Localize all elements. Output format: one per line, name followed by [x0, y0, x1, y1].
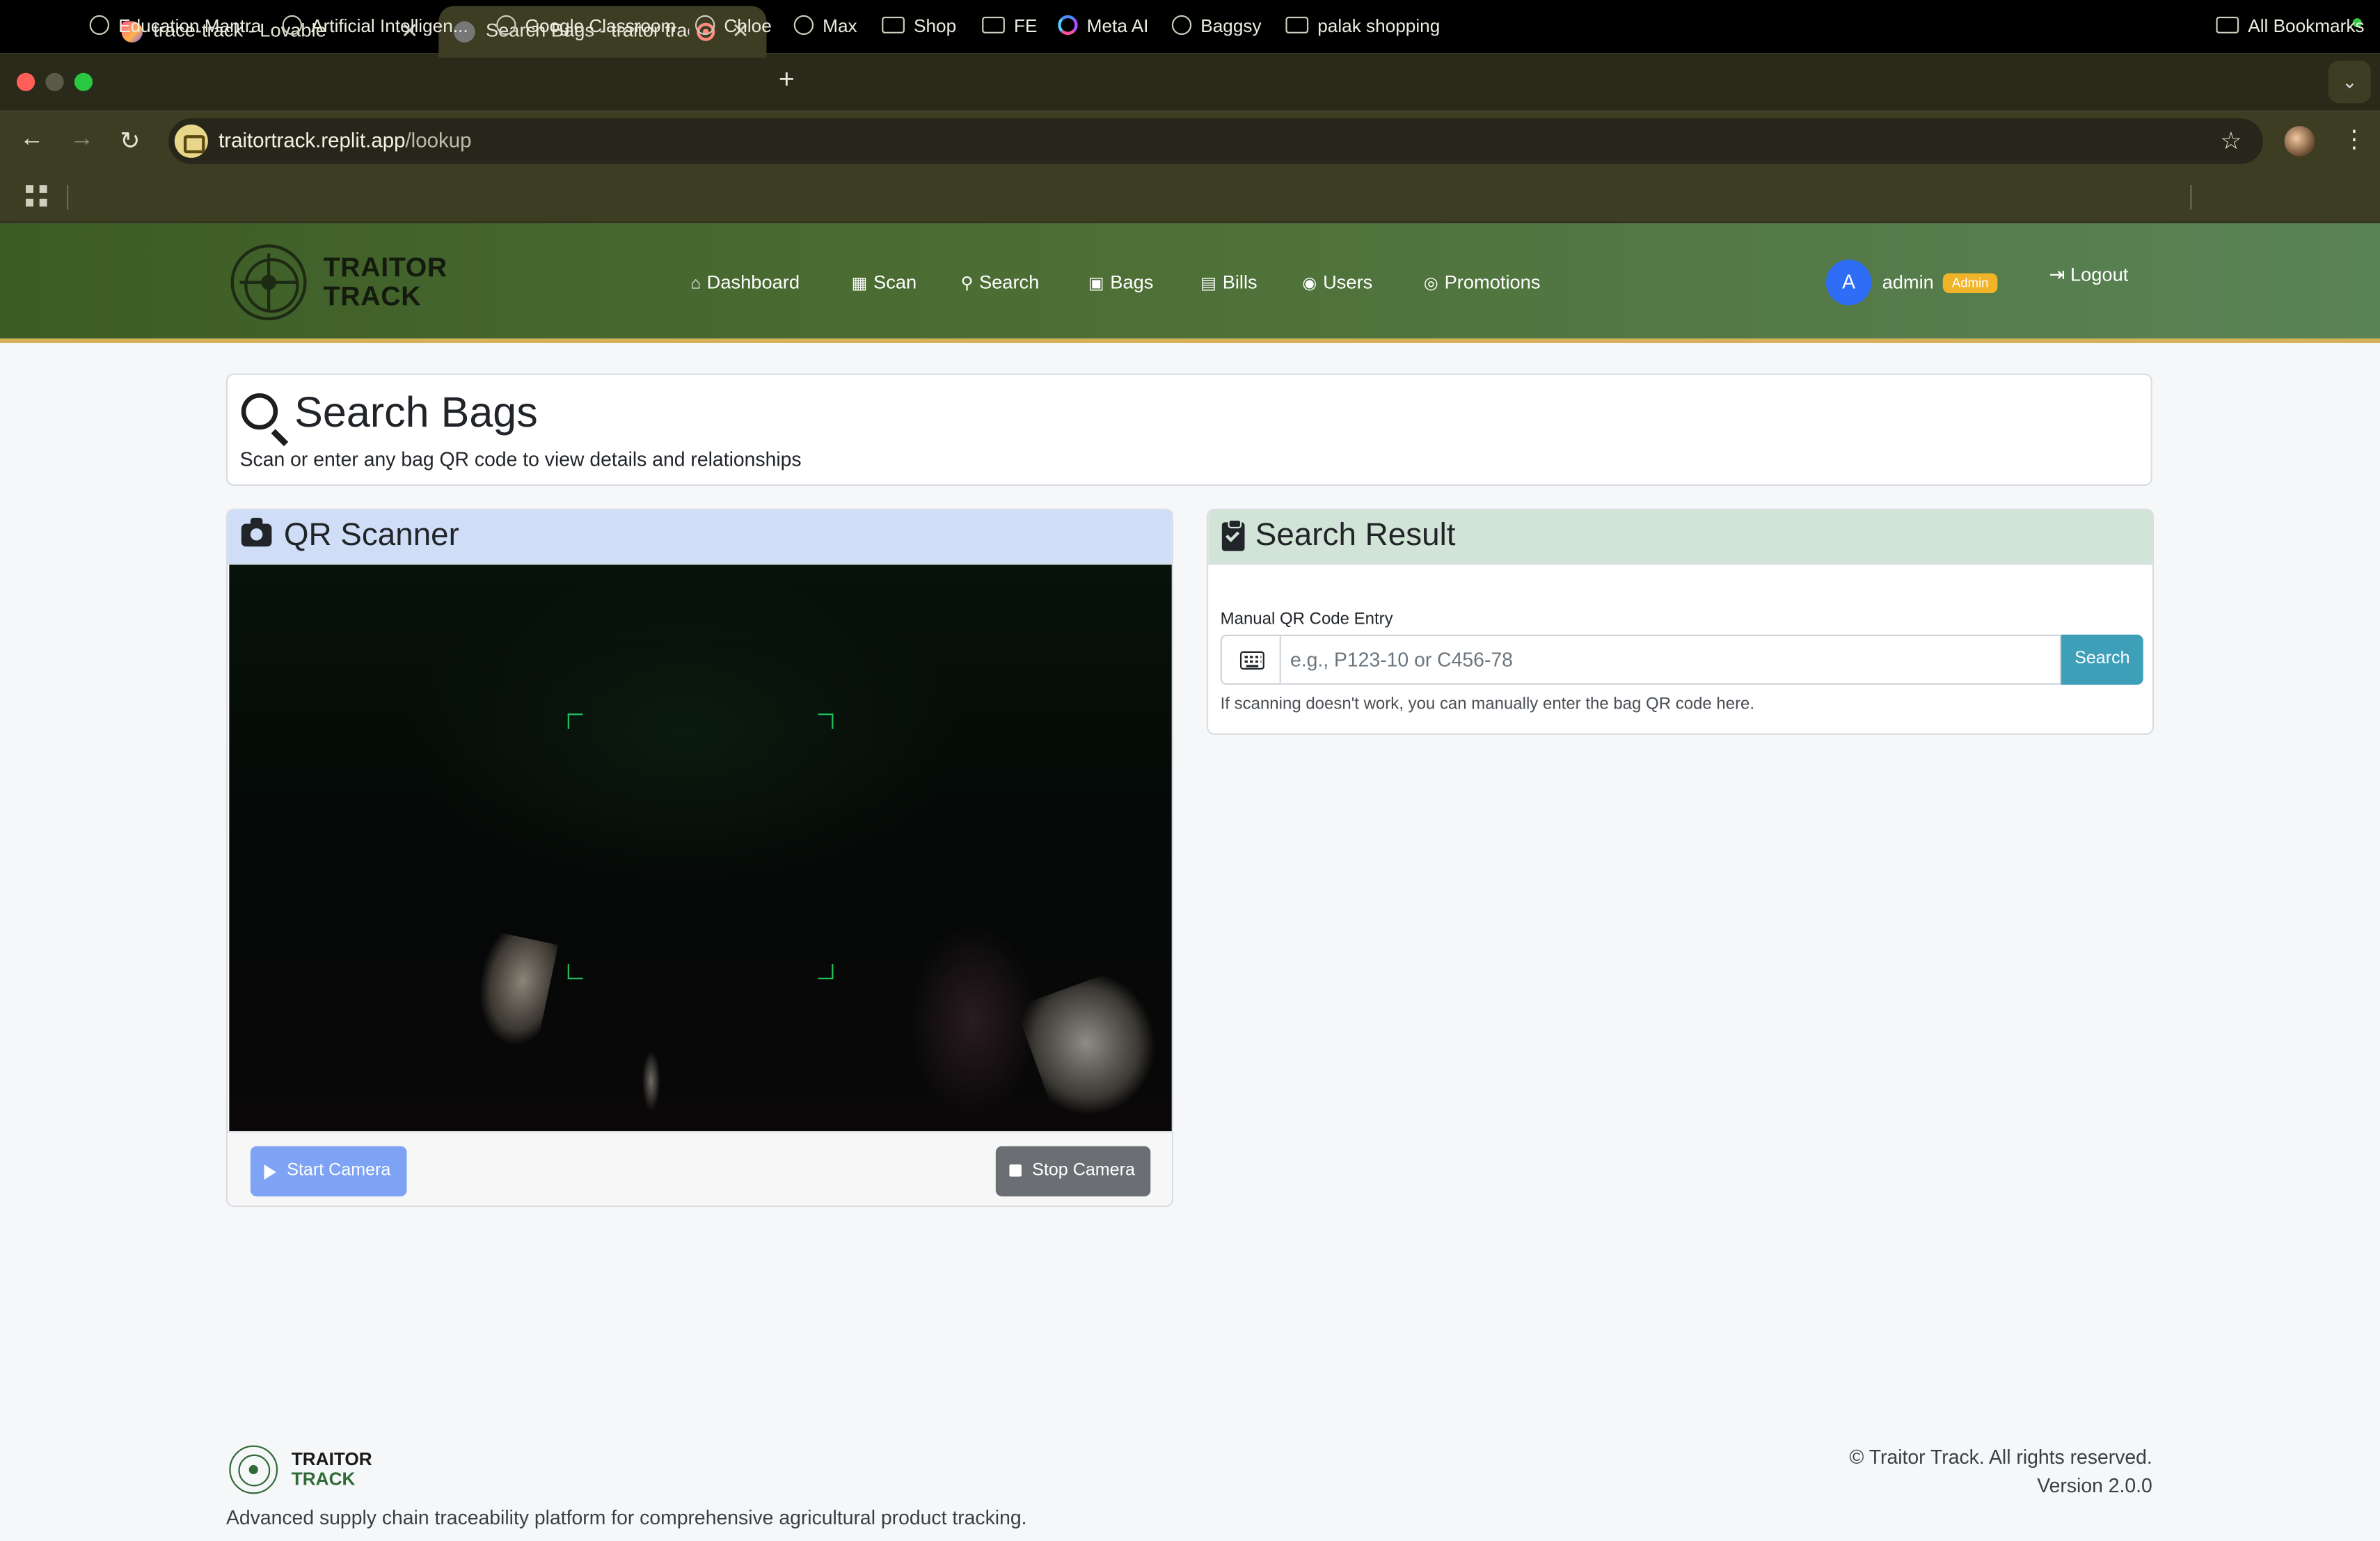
url-text[interactable]: traitortrack.replit.app/lookup [219, 129, 471, 152]
page-subtitle: Scan or enter any bag QR code to view de… [239, 448, 802, 471]
forward-arrow-icon[interactable]: → [70, 126, 94, 153]
screen: trace-track - Lovable ✕ Search Bags - tr… [0, 0, 2380, 1541]
footer-version: Version 2.0.0 [2037, 1474, 2152, 1497]
nav-dashboard[interactable]: ⌂ Dashboard [690, 271, 800, 293]
search-result-card: Search Result Manual QR Code Entry Searc… [1206, 508, 2155, 735]
qr-code-input[interactable] [1280, 634, 2061, 685]
keyboard-icon [1239, 651, 1264, 670]
card-title: Search Result [1255, 517, 1456, 553]
file-icon: ▤ [1200, 274, 1216, 293]
bookmark-folder[interactable]: palak shopping [1285, 15, 1440, 36]
browser-tab-strip [0, 53, 2380, 111]
app-navbar: TRAITOR TRACK ⌂ Dashboard ▦ Scan ⚲ Search ▣… [0, 223, 2380, 343]
keyboard-addon [1220, 634, 1281, 685]
browser-toolbar: ← → ↻ traitortrack.replit.app/lookup ☆ ⋮ [0, 111, 2380, 172]
nav-scan[interactable]: ▦ Scan [852, 271, 917, 293]
bookmark-item[interactable]: Google Classroom [496, 15, 676, 36]
browser-menu-icon[interactable]: ⋮ [2342, 125, 2366, 155]
globe-icon [793, 15, 814, 35]
home-icon: ⌂ [690, 274, 701, 293]
globe-icon [496, 15, 516, 35]
footer-tagline: Advanced supply chain traceability platf… [225, 1506, 1027, 1529]
bookmark-folder[interactable]: FE [982, 15, 1037, 36]
camera-icon [241, 517, 272, 547]
nav-users[interactable]: ◉ Users [1302, 271, 1372, 293]
back-arrow-icon[interactable]: ← [19, 126, 44, 153]
scan-frame-corner [818, 964, 834, 979]
page-header-card: Search Bags Scan or enter any bag QR cod… [225, 373, 2152, 487]
footer-logo-icon [229, 1445, 278, 1494]
scan-frame-corner [818, 713, 834, 729]
scan-frame-corner [567, 713, 583, 729]
openai-icon [1171, 15, 1192, 35]
search-icon: ⚲ [960, 274, 974, 293]
bookmark-item[interactable]: Baggsy [1171, 15, 1262, 36]
nav-bills[interactable]: ▤ Bills [1200, 271, 1257, 293]
globe-icon [282, 15, 303, 35]
bookmark-star-icon[interactable]: ☆ [2220, 126, 2242, 157]
folder-icon [2216, 16, 2239, 33]
bookmark-item[interactable]: Education Mantra [89, 15, 261, 36]
start-camera-button[interactable]: Start Camera [250, 1146, 407, 1196]
stop-camera-button[interactable]: Stop Camera [995, 1146, 1151, 1196]
nav-search[interactable]: ⚲ Search [961, 271, 1040, 293]
bookmark-item[interactable]: Chloe [695, 15, 772, 36]
search-icon [241, 393, 278, 430]
apps-grid-icon[interactable] [26, 185, 47, 207]
footer-copyright: © Traitor Track. All rights reserved. [1849, 1445, 2152, 1469]
nav-promotions[interactable]: ◎ Promotions [1424, 271, 1541, 293]
card-header: Search Result [1208, 509, 2152, 565]
window-zoom-button[interactable] [74, 72, 93, 91]
logout-link[interactable]: ⇥ Logout [2049, 262, 2129, 286]
footer-brand-line1: TRAITOR [291, 1448, 372, 1470]
brand-name[interactable]: TRAITOR TRACK [324, 253, 447, 311]
camera-video-feed[interactable] [229, 564, 1172, 1132]
card-title: QR Scanner [283, 517, 459, 553]
folder-icon [982, 16, 1005, 33]
qrcode-icon: ▦ [851, 274, 868, 293]
logout-icon: ⇥ [2049, 264, 2070, 286]
role-badge: Admin [1942, 273, 1998, 293]
bookmark-item[interactable]: Meta AI [1058, 15, 1148, 36]
reload-icon[interactable]: ↻ [120, 126, 140, 157]
folder-icon [882, 16, 905, 33]
username[interactable]: admin [1882, 271, 1934, 293]
bookmark-item[interactable]: Max [793, 15, 857, 36]
qr-entry-label: Manual QR Code Entry [1220, 610, 1393, 629]
profile-avatar[interactable] [2284, 126, 2315, 157]
site-info-icon[interactable] [174, 124, 208, 158]
scan-frame-corner [567, 964, 583, 979]
user-avatar[interactable]: A [1825, 259, 1872, 306]
tab-search-chevron-icon[interactable]: ⌄ [2328, 61, 2371, 104]
boxes-icon: ▣ [1088, 274, 1104, 293]
new-tab-button[interactable]: + [779, 64, 795, 96]
folder-icon [1285, 16, 1309, 33]
qr-input-group: Search [1220, 634, 2143, 685]
card-header: QR Scanner [228, 509, 1172, 565]
nav-bags[interactable]: ▣ Bags [1088, 271, 1154, 293]
bookmarks-separator [2190, 185, 2192, 210]
bookmarks-bar [0, 171, 2380, 223]
search-button[interactable]: Search [2061, 634, 2143, 685]
window-minimize-button[interactable] [45, 72, 64, 91]
bookmarks-separator [66, 185, 69, 210]
card-footer: Start Camera Stop Camera [228, 1131, 1172, 1206]
qr-scanner-card: QR Scanner Start Camera Stop Camera [225, 508, 1174, 1208]
globe-icon [695, 15, 715, 35]
bookmark-item[interactable]: Artificial Intelligen... [282, 15, 468, 36]
users-icon: ◉ [1302, 274, 1317, 293]
footer-brand-line2: TRACK [291, 1468, 356, 1489]
help-text: If scanning doesn't work, you can manual… [1220, 695, 1755, 714]
globe-icon [89, 15, 110, 35]
address-bar[interactable]: traitortrack.replit.app/lookup ☆ [168, 118, 2264, 164]
page-title: Search Bags [294, 388, 538, 436]
all-bookmarks-folder[interactable]: All Bookmarks [2216, 15, 2365, 36]
traitor-track-logo-icon[interactable] [230, 244, 307, 321]
bookmark-folder[interactable]: Shop [882, 15, 956, 36]
clipboard-check-icon [1221, 519, 1245, 551]
user-cog-icon: ◎ [1423, 274, 1438, 293]
window-close-button[interactable] [16, 72, 35, 91]
meta-ai-icon [1058, 15, 1078, 35]
